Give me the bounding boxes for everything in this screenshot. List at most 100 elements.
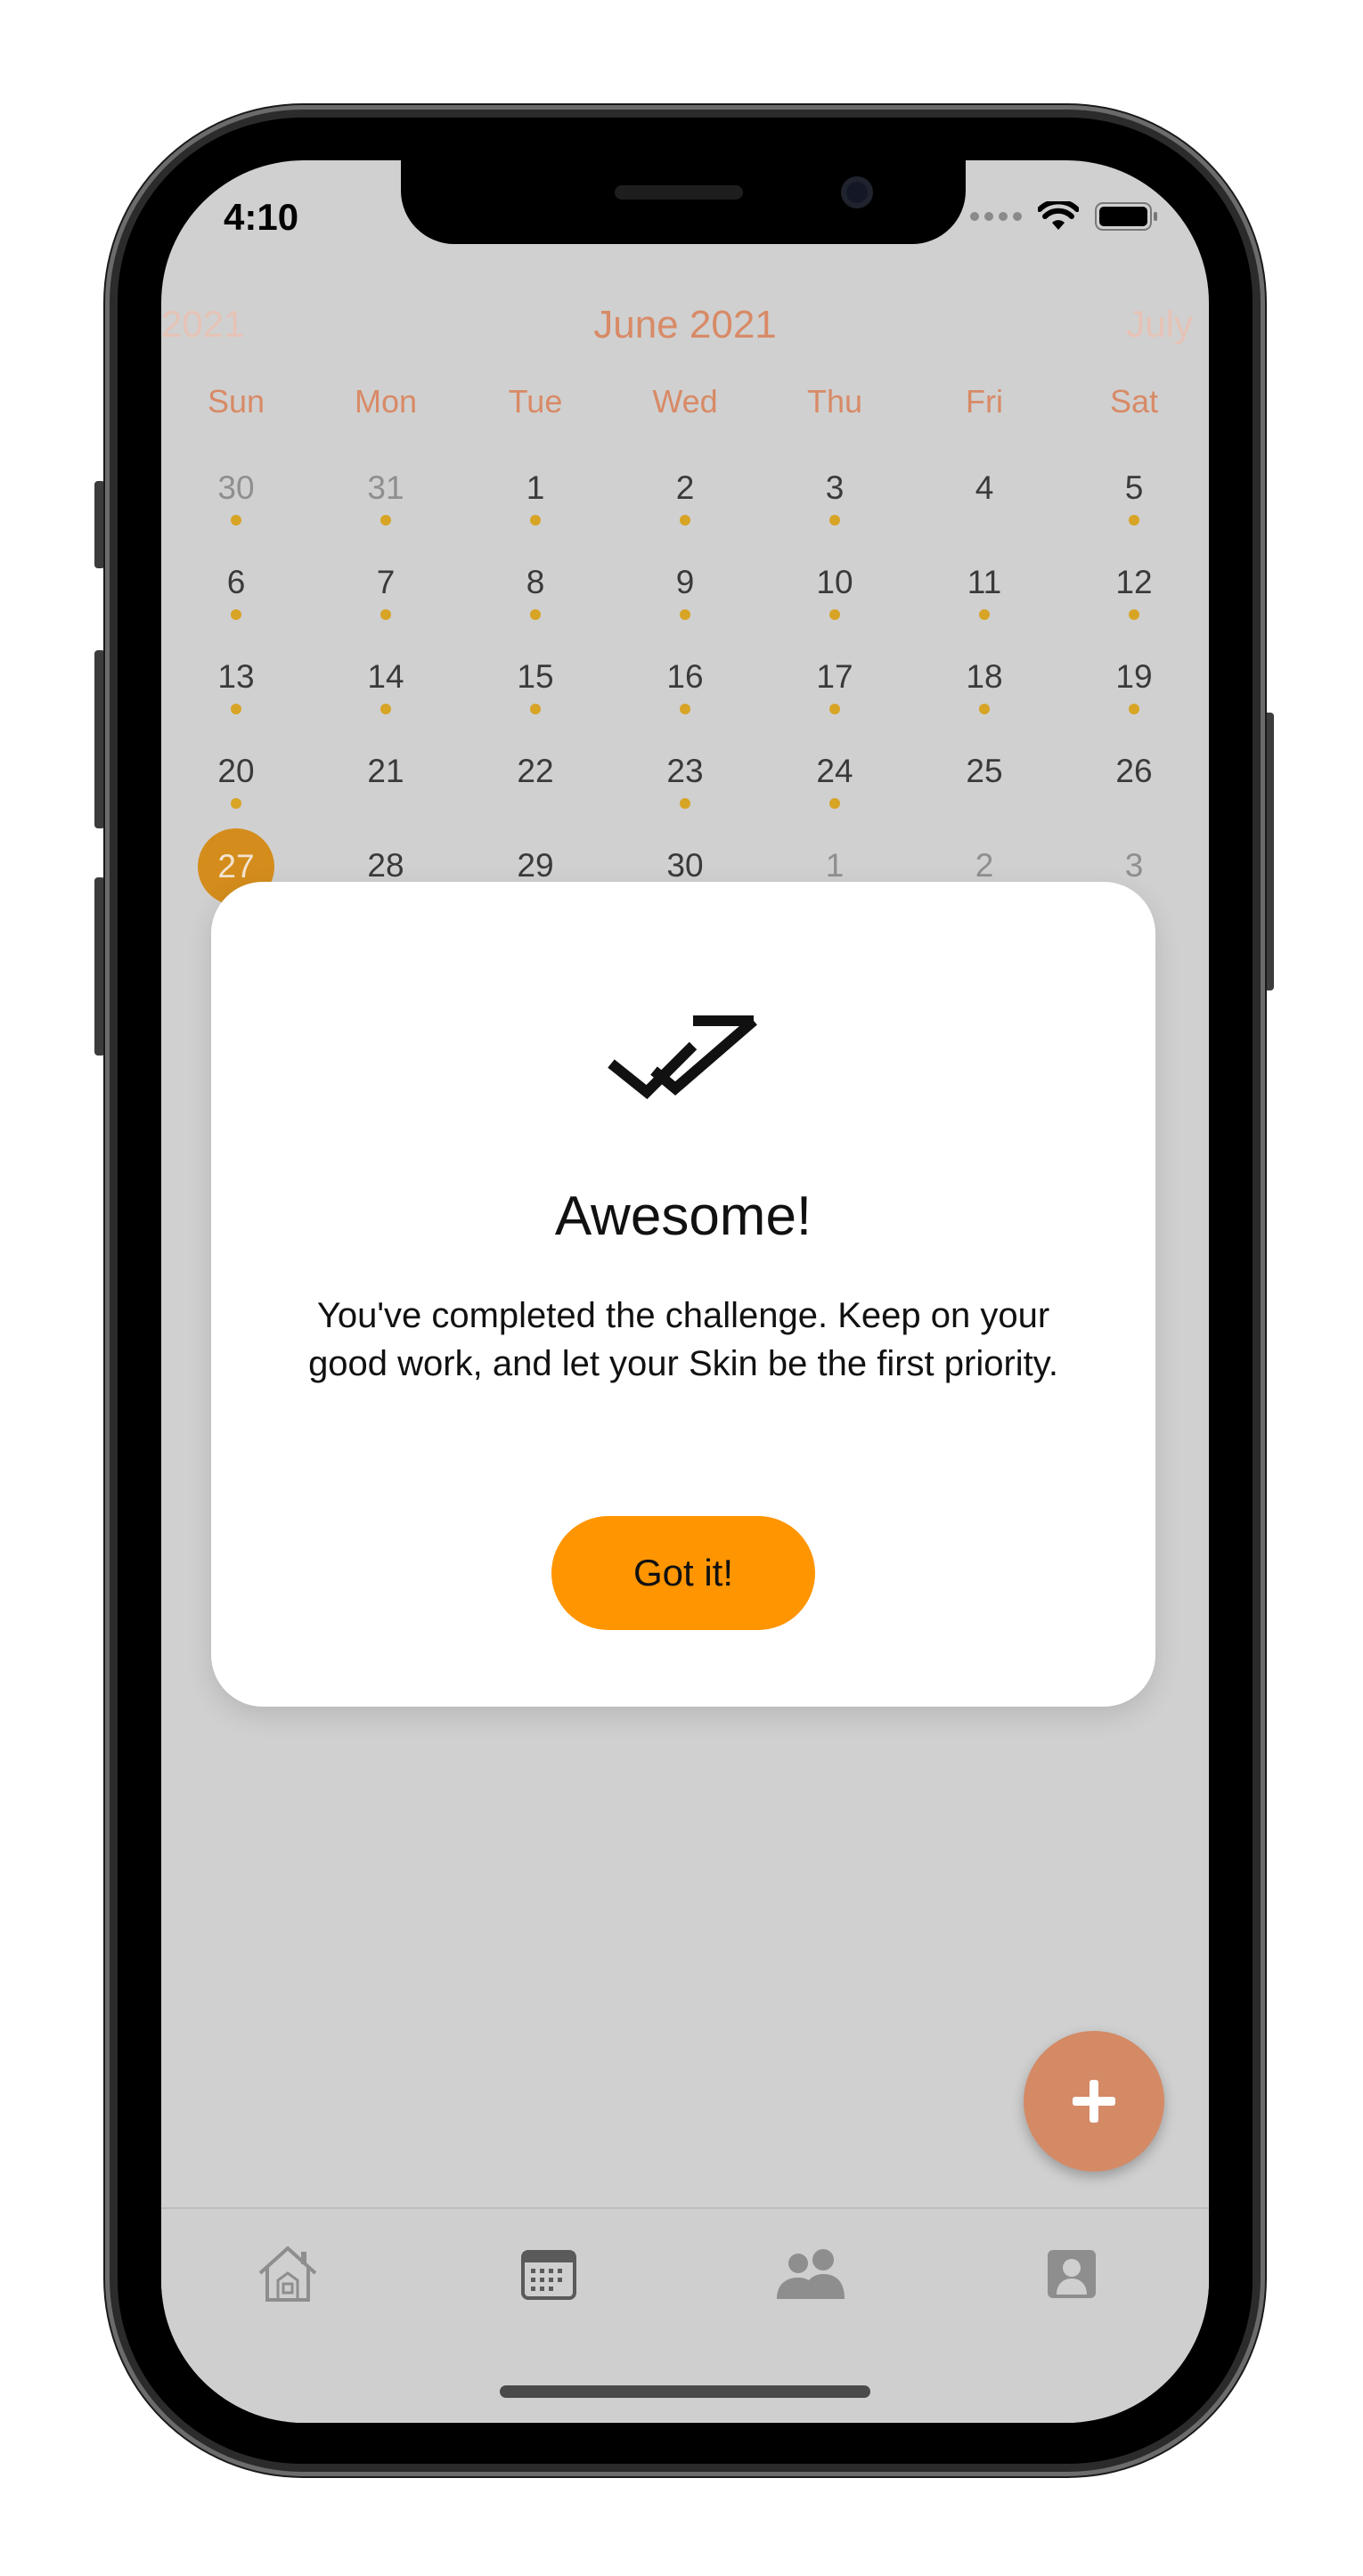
- calendar-day[interactable]: 26: [1059, 746, 1209, 841]
- day-number: 14: [367, 658, 404, 695]
- calendar-grid: 30 31 1 2 3 4 5 6 7 8 9 10 11 12 13 14 15 16 17 18 19 20 21 22 2…: [161, 463, 1209, 935]
- activity-dot: [530, 609, 541, 620]
- activity-dot: [530, 704, 541, 714]
- day-number: 16: [666, 658, 704, 695]
- day-number: 11: [967, 564, 1002, 600]
- calendar-day[interactable]: 8: [461, 558, 610, 652]
- activity-dot: [1129, 515, 1139, 526]
- calendar-day[interactable]: 16: [610, 652, 760, 746]
- wifi-icon: [1038, 201, 1079, 230]
- home-indicator[interactable]: [500, 2385, 870, 2398]
- calendar-day[interactable]: 2: [610, 463, 760, 558]
- calendar-day[interactable]: 7: [311, 558, 461, 652]
- volume-up-button: [94, 650, 105, 828]
- got-it-button[interactable]: Got it!: [551, 1516, 815, 1630]
- activity-dot: [380, 609, 391, 620]
- activity-dot: [829, 515, 840, 526]
- calendar-day[interactable]: 25: [910, 746, 1059, 841]
- calendar-day[interactable]: 9: [610, 558, 760, 652]
- double-check-icon: [608, 1015, 757, 1100]
- battery-icon: [1095, 202, 1157, 231]
- calendar-day[interactable]: 23: [610, 746, 760, 841]
- day-number: 24: [816, 753, 853, 789]
- day-number: 21: [367, 753, 404, 789]
- day-number: 15: [517, 658, 554, 695]
- tab-community[interactable]: [767, 2234, 856, 2314]
- calendar-day[interactable]: 18: [910, 652, 1059, 746]
- day-number: 23: [666, 753, 704, 789]
- calendar-icon: [521, 2250, 576, 2300]
- calendar-day[interactable]: 24: [760, 746, 910, 841]
- calendar-day[interactable]: 22: [461, 746, 610, 841]
- activity-dot: [231, 798, 241, 809]
- notch: [401, 160, 966, 244]
- calendar-day[interactable]: 17: [760, 652, 910, 746]
- activity-dot: [829, 704, 840, 714]
- day-number: 26: [1115, 753, 1153, 789]
- activity-dot: [231, 515, 241, 526]
- weekday-label: Wed: [652, 383, 718, 420]
- calendar-month-header: 2021 June 2021 July: [161, 303, 1209, 356]
- day-number: 3: [825, 469, 845, 506]
- calendar-day[interactable]: 31: [311, 463, 461, 558]
- calendar-day[interactable]: 21: [311, 746, 461, 841]
- day-number: 17: [816, 658, 853, 695]
- day-number: 19: [1115, 658, 1153, 695]
- mute-switch: [94, 481, 105, 568]
- calendar-day[interactable]: 3: [760, 463, 910, 558]
- day-number: 9: [675, 564, 695, 600]
- calendar-day[interactable]: 5: [1059, 463, 1209, 558]
- weekday-label: Sun: [207, 383, 265, 420]
- activity-dot: [530, 515, 541, 526]
- calendar-day[interactable]: 15: [461, 652, 610, 746]
- day-number: 25: [966, 753, 1003, 789]
- speaker: [615, 185, 743, 200]
- calendar-week-row: 13 14 15 16 17 18 19: [161, 652, 1209, 746]
- day-number: 1: [526, 469, 545, 506]
- activity-dot: [380, 704, 391, 714]
- activity-dot: [380, 515, 391, 526]
- activity-dot: [231, 609, 241, 620]
- calendar-day[interactable]: 13: [161, 652, 311, 746]
- day-number: 30: [217, 469, 255, 506]
- activity-dot: [829, 609, 840, 620]
- calendar-day[interactable]: 14: [311, 652, 461, 746]
- day-number: 8: [526, 564, 545, 600]
- tab-home[interactable]: [243, 2234, 332, 2314]
- tab-calendar[interactable]: [504, 2234, 593, 2314]
- calendar-day[interactable]: 1: [461, 463, 610, 558]
- app-screen: 4:10 2021 June 2021 July Sun Mon Tue Wed…: [161, 160, 1209, 2423]
- activity-dot: [680, 515, 690, 526]
- status-time: 4:10: [224, 196, 299, 238]
- profile-icon: [1048, 2250, 1096, 2298]
- cellular-dots-icon: [970, 212, 1022, 221]
- calendar-day[interactable]: 19: [1059, 652, 1209, 746]
- status-icons: [970, 201, 1159, 232]
- calendar-day[interactable]: 4: [910, 463, 1059, 558]
- calendar-day[interactable]: 10: [760, 558, 910, 652]
- day-number: 18: [966, 658, 1003, 695]
- calendar-day[interactable]: 20: [161, 746, 311, 841]
- calendar-day[interactable]: 11: [910, 558, 1059, 652]
- day-number: 3: [1124, 847, 1144, 884]
- day-number: 4: [975, 469, 994, 506]
- day-number: 10: [816, 564, 853, 600]
- day-number: 13: [217, 658, 255, 695]
- dialog-message: You've completed the challenge. Keep on …: [308, 1296, 1058, 1383]
- calendar-day[interactable]: 30: [161, 463, 311, 558]
- calendar-week-row: 6 7 8 9 10 11 12: [161, 558, 1209, 652]
- next-month-label[interactable]: July: [1126, 303, 1193, 346]
- dialog-title: Awesome!: [554, 1186, 812, 1247]
- activity-dot: [829, 798, 840, 809]
- day-number: 22: [517, 753, 554, 789]
- activity-dot: [979, 704, 990, 714]
- plus-icon: [1073, 2080, 1115, 2123]
- activity-dot: [1129, 609, 1139, 620]
- tab-profile[interactable]: [1027, 2234, 1116, 2314]
- add-button[interactable]: [1024, 2031, 1164, 2172]
- activity-dot: [680, 798, 690, 809]
- calendar-day[interactable]: 6: [161, 558, 311, 652]
- day-number: 31: [367, 469, 404, 506]
- day-number: 12: [1115, 564, 1153, 600]
- calendar-day[interactable]: 12: [1059, 558, 1209, 652]
